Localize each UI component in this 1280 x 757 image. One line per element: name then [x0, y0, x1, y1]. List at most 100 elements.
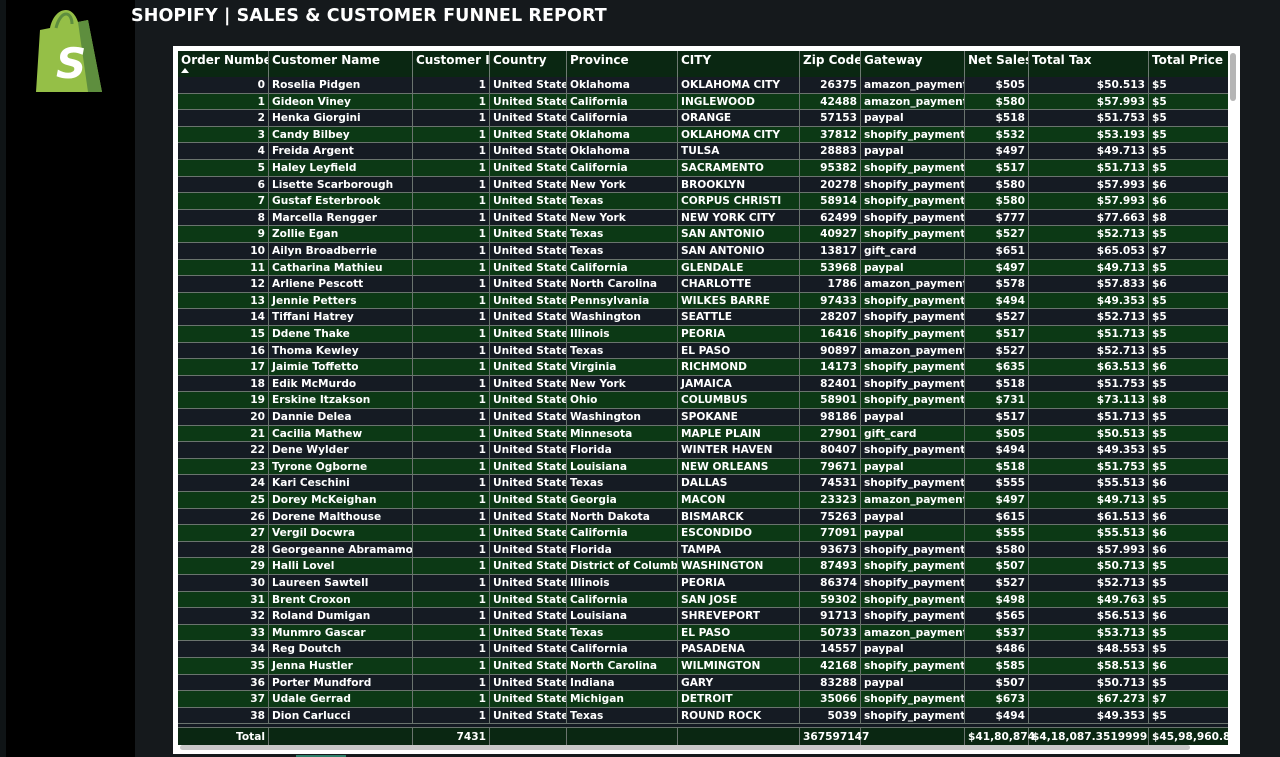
cell-customer-name: Roland Dumigan: [269, 608, 413, 625]
table-row[interactable]: 17 Jaimie Toffetto 1 United States Virginia R…: [178, 359, 1228, 376]
vertical-scrollbar-thumb[interactable]: [1230, 53, 1236, 101]
table-row[interactable]: 15 Ddene Thake 1 United States Illinois PEORI…: [178, 326, 1228, 343]
table-row[interactable]: 22 Dene Wylder 1 United States Florida WINTER…: [178, 442, 1228, 459]
cell-total-tax: $57.993: [1029, 176, 1149, 193]
cell-zip-code: 98186: [800, 409, 861, 425]
table-row[interactable]: 26 Dorene Malthouse 1 United States North Da…: [178, 508, 1228, 526]
cell-city: SEATTLE: [678, 309, 800, 326]
vertical-scrollbar[interactable]: [1229, 51, 1237, 745]
table-row[interactable]: 10 Ailyn Broadberrie 1 United States Texas SA…: [178, 243, 1228, 260]
column-header-order-number[interactable]: Order Number: [178, 51, 269, 77]
cell-net-sales: $517: [965, 409, 1029, 425]
cell-gateway: paypal: [861, 110, 965, 127]
table-row[interactable]: 4 Freida Argent 1 United States Oklahoma TULS…: [178, 143, 1228, 160]
horizontal-scrollbar-thumb[interactable]: [180, 745, 1190, 750]
table-row[interactable]: 27 Vergil Docwra 1 United States California E…: [178, 525, 1228, 542]
column-header-total-price-usd[interactable]: Total Price Us: [1149, 51, 1228, 77]
cell-zip-code: 35066: [800, 691, 861, 708]
cell-customer-name: Dion Carlucci: [269, 707, 413, 724]
cell-net-sales: $565: [965, 608, 1029, 625]
cell-customer-name: Haley Leyfield: [269, 160, 413, 176]
table-row[interactable]: 28 Georgeanne Abramamovh 1 United States Flo…: [178, 541, 1228, 559]
cell-customer-id: 1: [413, 226, 490, 243]
table-row[interactable]: 12 Arliene Pescott 1 United States North Car…: [178, 276, 1228, 293]
cell-province: Texas: [567, 624, 678, 641]
table-row[interactable]: 19 Erskine Itzakson 1 United States Ohio COLU…: [178, 392, 1228, 409]
table-row[interactable]: 38 Dion Carlucci 1 United States Texas ROUND …: [178, 707, 1228, 725]
table-row[interactable]: 25 Dorey McKeighan 1 United States Georgia MA…: [178, 492, 1228, 509]
cell-net-sales: $527: [965, 575, 1029, 591]
table-row[interactable]: 18 Edik McMurdo 1 United States New York JAMA…: [178, 375, 1228, 393]
column-header-total-tax[interactable]: Total Tax: [1029, 51, 1149, 77]
table-row[interactable]: 30 Laureen Sawtell 1 United States Illinois P…: [178, 575, 1228, 592]
table-row[interactable]: 34 Reg Doutch 1 United States California PASA…: [178, 641, 1228, 658]
table-row[interactable]: 2 Henka Giorgini 1 United States California O…: [178, 110, 1228, 127]
cell-gateway: shopify_payments: [861, 558, 965, 575]
total-net-sales: $41,80,874: [965, 728, 1035, 745]
cell-zip-code: 58914: [800, 193, 861, 210]
column-header-country[interactable]: Country: [490, 51, 567, 77]
cell-net-sales: $505: [965, 425, 1029, 442]
cell-city: NEW ORLEANS: [678, 458, 800, 475]
cell-order-number: 8: [178, 209, 269, 226]
table-row[interactable]: 0 Roselia Pidgen 1 United States Oklahoma OKL…: [178, 77, 1228, 94]
table-row[interactable]: 20 Dannie Delea 1 United States Washington SP…: [178, 409, 1228, 426]
table-row[interactable]: 37 Udale Gerrad 1 United States Michigan DETR…: [178, 691, 1228, 708]
column-header-customer-name[interactable]: Customer Name: [269, 51, 413, 77]
table-row[interactable]: 6 Lisette Scarborough 1 United States New Yo…: [178, 176, 1228, 194]
table-row[interactable]: 21 Cacilia Mathew 1 United States Minnesota M…: [178, 425, 1228, 443]
cell-customer-name: Ailyn Broadberrie: [269, 243, 413, 259]
cell-gateway: amazon_payments: [861, 77, 965, 93]
cell-gateway: paypal: [861, 508, 965, 525]
column-header-customer-id[interactable]: Customer Id: [413, 51, 490, 77]
cell-customer-name: Thoma Kewley: [269, 342, 413, 359]
table-row[interactable]: 29 Halli Lovel 1 United States District of C…: [178, 558, 1228, 575]
cell-country: United States: [490, 392, 567, 409]
cell-city: GLENDALE: [678, 259, 800, 276]
cell-country: United States: [490, 608, 567, 625]
table-row[interactable]: 3 Candy Bilbey 1 United States Oklahoma OKLAH…: [178, 126, 1228, 144]
cell-total-price-usd: $5: [1149, 708, 1228, 724]
table-row[interactable]: 13 Jennie Petters 1 United States Pennsylvan…: [178, 292, 1228, 310]
cell-total-price-usd: $6: [1149, 276, 1228, 292]
table-row[interactable]: 9 Zollie Egan 1 United States Texas SAN ANTON…: [178, 226, 1228, 243]
cell-order-number: 25: [178, 492, 269, 508]
cell-zip-code: 5039: [800, 707, 861, 724]
cell-order-number: 27: [178, 525, 269, 542]
cell-gateway: shopify_payments: [861, 392, 965, 409]
table-row[interactable]: 11 Catharina Mathieu 1 United States Califor…: [178, 259, 1228, 277]
cell-customer-id: 1: [413, 126, 490, 143]
cell-total-price-usd: $6: [1149, 475, 1228, 491]
table-row[interactable]: 36 Porter Mundford 1 United States Indiana GA…: [178, 674, 1228, 692]
table-row[interactable]: 1 Gideon Viney 1 United States California ING…: [178, 93, 1228, 111]
cell-net-sales: $537: [965, 624, 1029, 641]
cell-total-price-usd: $5: [1149, 309, 1228, 325]
table-row[interactable]: 8 Marcella Rengger 1 United States New York N…: [178, 209, 1228, 227]
table-row[interactable]: 24 Kari Ceschini 1 United States Texas DALLAS…: [178, 475, 1228, 492]
sales-table[interactable]: Order NumberCustomer NameCustomer IdCoun…: [178, 51, 1228, 745]
column-header-gateway[interactable]: Gateway: [861, 51, 965, 77]
sort-ascending-icon[interactable]: [181, 68, 189, 73]
cell-city: OKLAHOMA CITY: [678, 126, 800, 143]
table-row[interactable]: 35 Jenna Hustler 1 United States North Carol…: [178, 658, 1228, 675]
table-row[interactable]: 5 Haley Leyfield 1 United States California S…: [178, 160, 1228, 177]
cell-total-tax: $49.353: [1029, 707, 1149, 724]
cell-customer-id: 1: [413, 691, 490, 708]
column-header-province[interactable]: Province: [567, 51, 678, 77]
cell-customer-name: Kari Ceschini: [269, 475, 413, 492]
column-header-zip-code[interactable]: Zip Code: [800, 51, 861, 77]
cell-city: SAN ANTONIO: [678, 243, 800, 259]
table-row[interactable]: 7 Gustaf Esterbrook 1 United States Texas COR…: [178, 193, 1228, 210]
column-header-label: Order Number: [181, 53, 269, 67]
cell-gateway: shopify_payments: [861, 475, 965, 492]
table-row[interactable]: 33 Munmro Gascar 1 United States Texas EL PAS…: [178, 624, 1228, 642]
table-row[interactable]: 32 Roland Dumigan 1 United States Louisiana S…: [178, 608, 1228, 625]
table-row[interactable]: 23 Tyrone Ogborne 1 United States Louisiana N…: [178, 458, 1228, 476]
table-row[interactable]: 31 Brent Croxon 1 United States California SA…: [178, 591, 1228, 609]
column-header-city[interactable]: CITY: [678, 51, 800, 77]
cell-order-number: 20: [178, 409, 269, 425]
cell-city: ROUND ROCK: [678, 707, 800, 724]
table-row[interactable]: 16 Thoma Kewley 1 United States Texas EL PASO…: [178, 342, 1228, 360]
table-row[interactable]: 14 Tiffani Hatrey 1 United States Washington…: [178, 309, 1228, 326]
column-header-net-sales[interactable]: Net Sales: [965, 51, 1029, 77]
